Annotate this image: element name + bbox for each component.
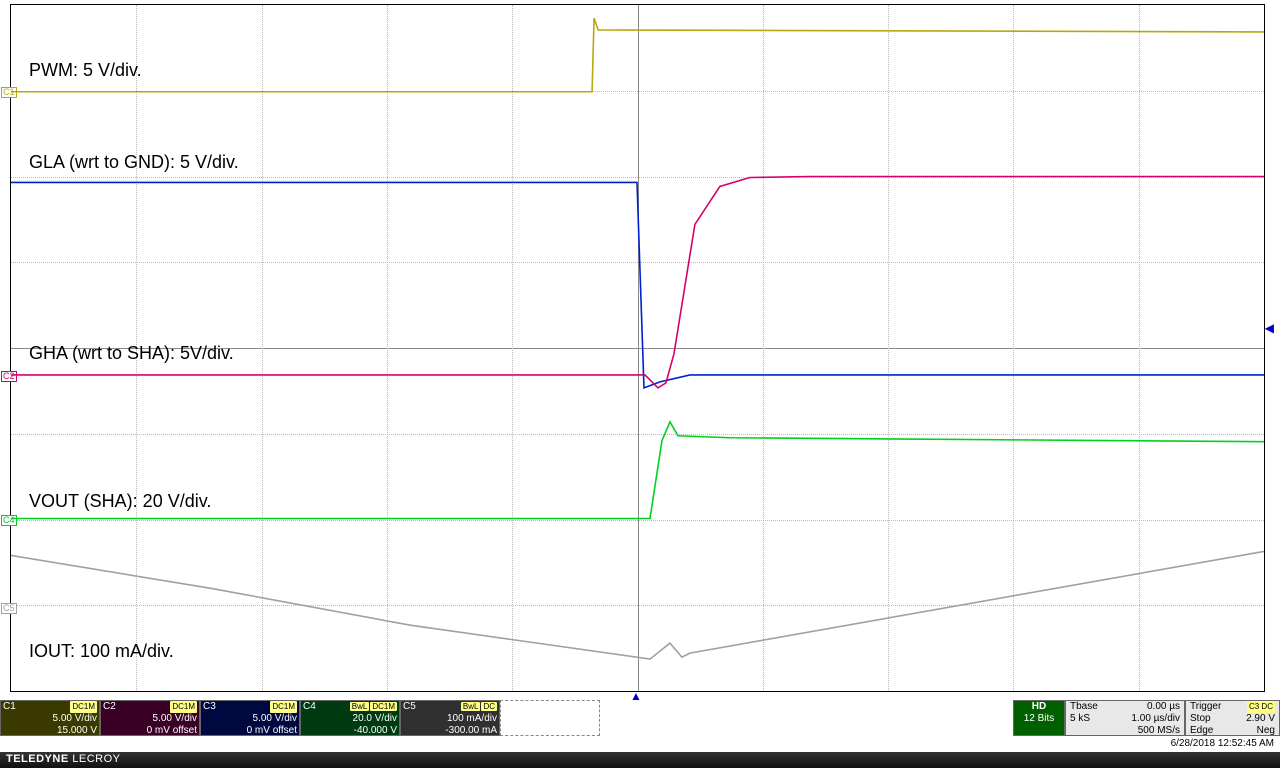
trigger-box[interactable]: TriggerC3 DC Stop2.90 V EdgeNeg (1185, 700, 1280, 736)
waveform-grid: C1 C2 C4 C5 ◀ ▲ PWM: 5 V/div. GLA (wrt t… (10, 4, 1265, 692)
timebase-box[interactable]: Tbase0.00 µs 5 kS1.00 µs/div 500 MS/s (1065, 700, 1185, 736)
footer-brand: TELEDYNE LECROY (0, 752, 1280, 768)
bottom-panel: C1DC1M 5.00 V/div 15.000 V C2DC1M 5.00 V… (0, 700, 1280, 748)
ch2-descriptor[interactable]: C2DC1M 5.00 V/div 0 mV offset (100, 700, 200, 736)
annot-pwm: PWM: 5 V/div. (29, 60, 142, 81)
annot-vout: VOUT (SHA): 20 V/div. (29, 491, 211, 512)
empty-descriptor-slot[interactable] (500, 700, 600, 736)
ch3-descriptor[interactable]: C3DC1M 5.00 V/div 0 mV offset (200, 700, 300, 736)
ch4-descriptor[interactable]: C4BwLDC1M 20.0 V/div -40.000 V (300, 700, 400, 736)
annot-gha: GHA (wrt to SHA): 5V/div. (29, 343, 234, 364)
ch5-descriptor[interactable]: C5BwLDC 100 mA/div -300.00 mA (400, 700, 500, 736)
datetime: 6/28/2018 12:52:45 AM (1171, 738, 1274, 749)
annot-gla: GLA (wrt to GND): 5 V/div. (29, 152, 239, 173)
trigger-level-icon: ◀ (1265, 321, 1274, 335)
annot-iout: IOUT: 100 mA/div. (29, 641, 174, 662)
ch1-descriptor[interactable]: C1DC1M 5.00 V/div 15.000 V (0, 700, 100, 736)
hd-box[interactable]: HD 12 Bits (1013, 700, 1065, 736)
